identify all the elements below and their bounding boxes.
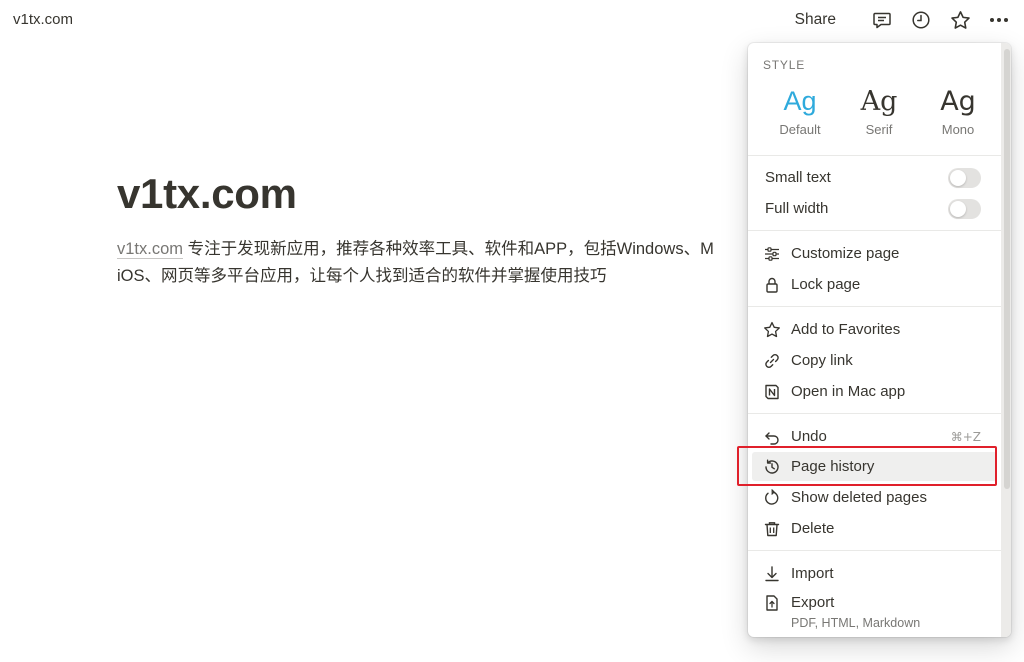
description-line-2: iOS、网页等多平台应用，让每个人找到适合的软件并掌握使用技巧 (117, 267, 607, 285)
full-width-label: Full width (765, 200, 829, 217)
menu-item-delete[interactable]: Delete (752, 514, 997, 543)
menu-divider (748, 413, 1001, 414)
description-line-1: v1tx.com 专注于发现新应用，推荐各种效率工具、软件和APP，包括Wind… (117, 236, 757, 263)
menu-item-open-in-mac-app[interactable]: Open in Mac app (752, 377, 997, 406)
font-name-mono: Mono (941, 122, 975, 137)
share-button[interactable]: Share (795, 11, 836, 29)
font-option-serif[interactable]: Ag Serif (842, 83, 916, 143)
menu-item-undo[interactable]: Undo ⌘+Z (752, 422, 997, 451)
notion-page: v1tx.com Share v1tx.com v1tx.com 专注于发现新应… (0, 0, 1024, 662)
font-name-serif: Serif (865, 122, 893, 137)
customize-page-label: Customize page (791, 245, 900, 262)
link-icon (762, 351, 782, 371)
breadcrumb[interactable]: v1tx.com (13, 11, 73, 28)
restore-icon (762, 488, 782, 508)
menu-divider (748, 230, 1001, 231)
export-formats-hint: PDF, HTML, Markdown (791, 616, 921, 630)
undo-shortcut: ⌘+Z (950, 429, 981, 444)
font-sample-mono: Ag (940, 86, 976, 117)
description-text: 专注于发现新应用，推荐各种效率工具、软件和APP，包括Windows、M (183, 240, 714, 258)
trash-icon (762, 519, 782, 539)
add-to-favorites-label: Add to Favorites (791, 321, 901, 338)
small-text-label: Small text (765, 169, 831, 186)
history-clock-icon[interactable] (910, 9, 932, 31)
menu-item-customize-page[interactable]: Customize page (752, 239, 997, 268)
menu-item-add-to-favorites[interactable]: Add to Favorites (752, 315, 997, 344)
star-icon[interactable] (949, 9, 971, 31)
menu-item-copy-link[interactable]: Copy link (752, 346, 997, 375)
topbar-actions: Share (795, 6, 1010, 34)
export-label: Export (791, 594, 835, 611)
notion-logo-icon (762, 382, 782, 402)
menu-divider (748, 306, 1001, 307)
undo-label: Undo (791, 428, 827, 445)
lock-icon (762, 275, 782, 295)
import-arrow-icon (762, 564, 782, 584)
open-in-mac-app-label: Open in Mac app (791, 383, 906, 400)
comment-icon[interactable] (871, 9, 893, 31)
full-width-toggle[interactable] (948, 198, 981, 219)
star-outline-icon (762, 320, 782, 340)
menu-scrollbar-thumb[interactable] (1004, 49, 1010, 489)
undo-arrow-icon (762, 427, 782, 447)
small-text-row[interactable]: Small text (752, 163, 997, 192)
more-dots-icon[interactable] (988, 9, 1010, 31)
menu-item-show-deleted-pages[interactable]: Show deleted pages (752, 483, 997, 512)
menu-item-lock-page[interactable]: Lock page (752, 270, 997, 299)
font-sample-default: Ag (783, 86, 817, 116)
sliders-icon (762, 244, 782, 264)
menu-item-page-history[interactable]: Page history (752, 452, 997, 481)
font-option-default[interactable]: Ag Default (763, 83, 837, 143)
page-options-menu: STYLE Ag Default Ag Serif Ag Mono Small … (748, 43, 1011, 637)
font-option-mono[interactable]: Ag Mono (921, 83, 995, 143)
lock-page-label: Lock page (791, 276, 861, 293)
font-sample-serif: Ag (860, 86, 898, 117)
menu-divider (748, 155, 1001, 156)
style-section-label: STYLE (763, 58, 806, 72)
small-text-toggle[interactable] (948, 167, 981, 188)
export-file-icon (762, 593, 782, 613)
font-style-picker: Ag Default Ag Serif Ag Mono (763, 83, 995, 143)
page-description[interactable]: v1tx.com 专注于发现新应用，推荐各种效率工具、软件和APP，包括Wind… (117, 236, 757, 290)
menu-item-import[interactable]: Import (752, 559, 997, 588)
site-link[interactable]: v1tx.com (117, 240, 184, 259)
font-name-default: Default (779, 122, 821, 137)
topbar: v1tx.com Share (0, 0, 1024, 40)
import-label: Import (791, 565, 834, 582)
delete-label: Delete (791, 520, 835, 537)
history-icon (762, 457, 782, 477)
menu-divider (748, 550, 1001, 551)
show-deleted-pages-label: Show deleted pages (791, 489, 927, 506)
full-width-row[interactable]: Full width (752, 194, 997, 223)
page-title[interactable]: v1tx.com (117, 170, 297, 218)
page-history-label: Page history (791, 458, 875, 475)
copy-link-label: Copy link (791, 352, 853, 369)
menu-item-export[interactable]: Export (752, 588, 997, 617)
